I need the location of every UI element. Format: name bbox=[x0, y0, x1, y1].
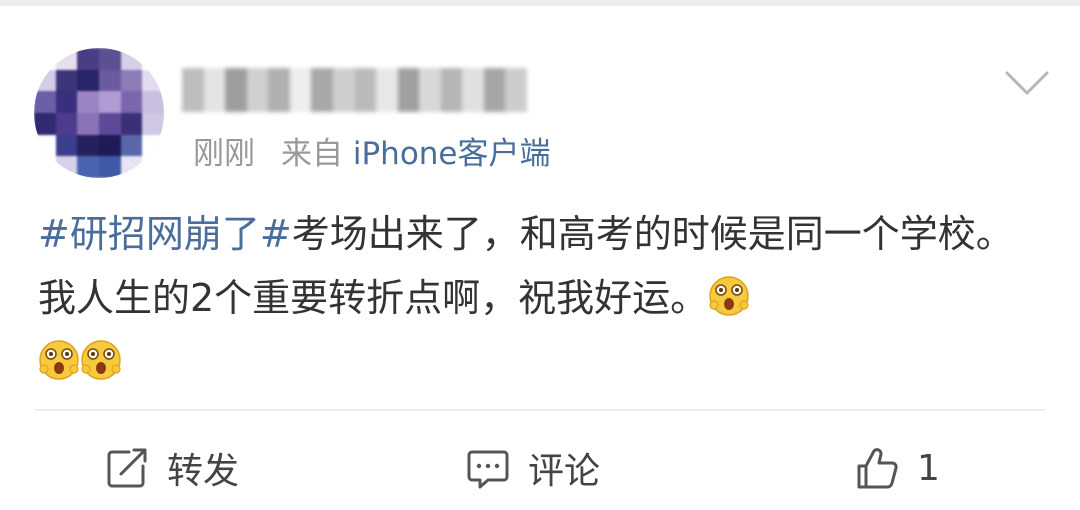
repost-icon bbox=[107, 448, 147, 488]
comment-icon bbox=[467, 450, 509, 489]
weibo-post-card: 刚刚 来自 iPhone客户端 #研招网崩了#考场出来了，和高考的时候是同一个学… bbox=[0, 6, 1080, 510]
action-bar: 转发 评论 1 bbox=[0, 438, 1080, 498]
thumbs-up-icon bbox=[857, 448, 898, 489]
topic-link[interactable]: #研招网崩了# bbox=[38, 212, 292, 256]
surprised-face-emoji bbox=[38, 336, 80, 380]
avatar[interactable] bbox=[34, 48, 164, 178]
surprised-face-emoji bbox=[708, 272, 750, 316]
username-redacted[interactable] bbox=[182, 68, 527, 112]
post-content: #研招网崩了#考场出来了，和高考的时候是同一个学校。我人生的2个重要转折点啊，祝… bbox=[38, 202, 1048, 394]
surprised-face-emoji bbox=[80, 336, 122, 380]
repost-label: 转发 bbox=[167, 451, 240, 492]
comment-button[interactable]: 评论 bbox=[466, 438, 600, 498]
source-prefix: 来自 bbox=[281, 136, 343, 172]
post-time: 刚刚 bbox=[193, 136, 255, 172]
like-count: 1 bbox=[917, 447, 940, 489]
source-client-link[interactable]: iPhone客户端 bbox=[353, 136, 551, 172]
chevron-down-icon[interactable] bbox=[1004, 68, 1050, 98]
repost-button[interactable]: 转发 bbox=[105, 438, 239, 498]
divider bbox=[35, 409, 1045, 411]
avatar-pixelated bbox=[34, 48, 164, 178]
post-meta: 刚刚 来自 iPhone客户端 bbox=[193, 134, 551, 174]
comment-label: 评论 bbox=[528, 451, 601, 492]
like-button[interactable]: 1 bbox=[855, 438, 940, 498]
